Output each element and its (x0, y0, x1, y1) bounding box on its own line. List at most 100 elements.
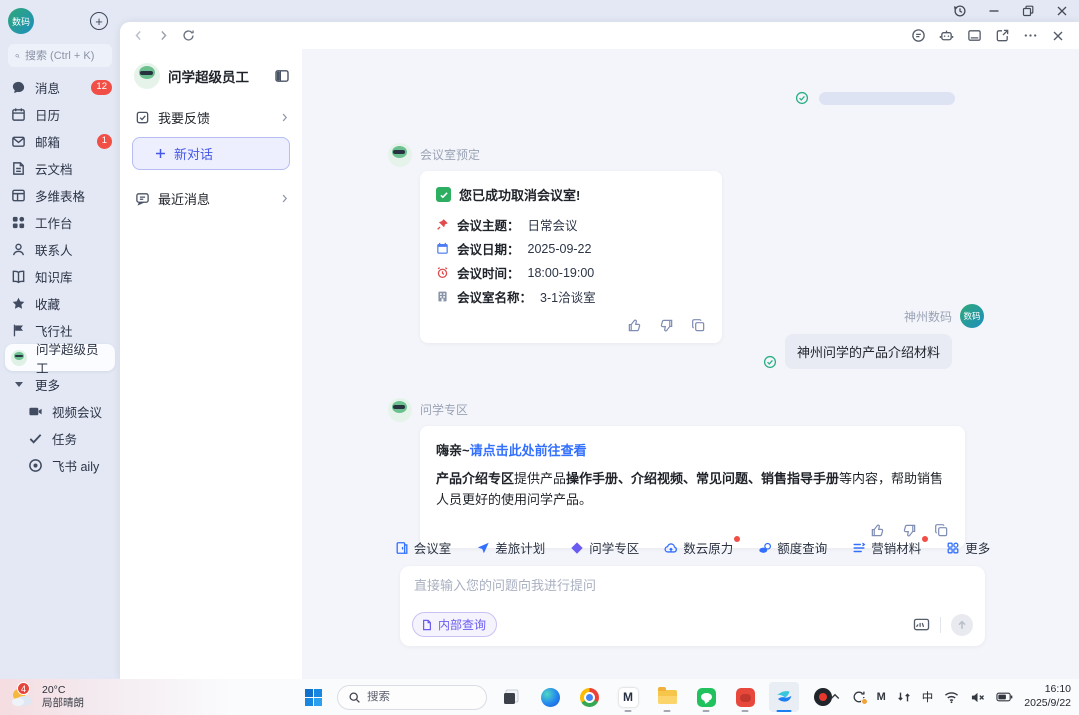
weather-widget[interactable]: 4 20°C 局部晴朗 (0, 684, 84, 710)
sidebar-item-workbench[interactable]: 工作台 (0, 209, 120, 236)
battery-icon[interactable] (996, 691, 1013, 703)
calendar-icon (11, 107, 26, 122)
sidebar-item-docs[interactable]: 云文档 (0, 155, 120, 182)
new-chat-button[interactable]: 新对话 (132, 137, 290, 170)
sidebar-item-video-meeting[interactable]: 视频会议 (0, 398, 120, 425)
meeting-date-row: 会议日期：2025-09-22 (436, 239, 706, 258)
chat-input-box[interactable]: 内部查询 (400, 566, 985, 646)
copy-icon[interactable] (691, 318, 706, 333)
taskbar-search[interactable] (337, 685, 487, 710)
sidebar-item-tasks[interactable]: 任务 (0, 425, 120, 452)
sidebar-search[interactable] (8, 44, 112, 67)
weather-temp: 20°C (42, 684, 84, 697)
sidebar-item-mail[interactable]: 邮箱 1 (0, 128, 120, 155)
tab-wenxue-zone[interactable]: 问学专区 (570, 538, 639, 557)
tray-expand-icon[interactable] (829, 691, 841, 703)
tab-shuyun-power[interactable]: 数云原力 (664, 538, 733, 557)
tab-marketing-materials[interactable]: 营销材料 (852, 538, 921, 557)
wechat-app-icon[interactable] (691, 682, 721, 712)
chrome-app-icon[interactable] (574, 682, 604, 712)
plus-icon (154, 147, 167, 160)
taskbar-search-input[interactable] (367, 691, 467, 703)
book-icon (11, 269, 26, 284)
internal-query-pill[interactable]: 内部查询 (412, 612, 497, 637)
thumbs-up-icon[interactable] (870, 523, 885, 538)
m-tray-icon[interactable]: M (877, 691, 886, 703)
window-mode-icon[interactable] (967, 28, 982, 43)
close-button[interactable] (1045, 0, 1079, 22)
sidebar-item-calendar[interactable]: 日历 (0, 101, 120, 128)
sidebar-item-messages[interactable]: 消息 12 (0, 74, 120, 101)
sidebar-item-wiki[interactable]: 知识库 (0, 263, 120, 290)
redcat-app-icon[interactable] (730, 682, 760, 712)
tab-meeting-room[interactable]: 会议室 (395, 538, 452, 557)
sidebar-item-base[interactable]: 多维表格 (0, 182, 120, 209)
tab-more[interactable]: 更多 (946, 538, 990, 557)
feishu-app-icon[interactable] (769, 682, 799, 712)
copy-icon[interactable] (934, 523, 949, 538)
refresh-icon[interactable] (182, 29, 195, 42)
calendar-icon (436, 242, 449, 255)
sidebar-item-contacts[interactable]: 联系人 (0, 236, 120, 263)
recent-chat-icon (135, 191, 150, 206)
meeting-room-row: 会议室名称：3-1洽谈室 (436, 287, 706, 306)
feedback-menu-item[interactable]: 我要反馈 (120, 99, 302, 135)
task-view-button[interactable] (496, 682, 526, 712)
add-icon[interactable]: + (90, 12, 108, 30)
thumbs-down-icon[interactable] (902, 523, 917, 538)
success-check-icon (436, 187, 451, 202)
volume-muted-icon[interactable] (970, 691, 985, 704)
messages-badge: 12 (91, 80, 112, 94)
popout-icon[interactable] (995, 28, 1010, 43)
file-explorer-icon[interactable] (652, 682, 682, 712)
ime-indicator[interactable]: 中 (922, 689, 934, 705)
plane-icon (476, 541, 490, 555)
sidebar-item-more[interactable]: 更多 (0, 371, 120, 398)
recent-messages-item[interactable]: 最近消息 (120, 180, 302, 216)
thumbs-up-icon[interactable] (627, 318, 642, 333)
user-avatar[interactable]: 数码 (960, 304, 984, 328)
sidebar-item-favorites[interactable]: 收藏 (0, 290, 120, 317)
tray-date: 2025/9/22 (1024, 697, 1071, 711)
chat-input[interactable] (414, 578, 971, 593)
quick-action-tabs: 会议室 差旅计划 问学专区 数云原力 额度查询 (400, 538, 985, 557)
shortcut-keyboard-icon[interactable] (913, 617, 930, 632)
more-menu-icon[interactable] (1023, 28, 1038, 43)
start-button[interactable] (298, 682, 328, 712)
tab-quota-query[interactable]: 额度查询 (758, 538, 827, 557)
meeting-time-row: 会议时间：18:00-19:00 (436, 263, 706, 282)
assistant-bubble-icon[interactable] (911, 28, 926, 43)
tab-travel-plan[interactable]: 差旅计划 (476, 538, 545, 557)
chevron-right-icon (279, 112, 290, 123)
zone-link[interactable]: 请点击此处前往查看 (470, 443, 587, 458)
weather-alert-badge: 4 (17, 682, 30, 695)
sync-tray-icon[interactable] (852, 690, 866, 704)
sidebar-item-wenxue-bot[interactable]: 问学超级员工 (5, 344, 115, 371)
bot-icon[interactable] (939, 28, 954, 43)
user-message: 神州数码 数码 神州问学的产品介绍材料 (763, 304, 984, 369)
collapse-panel-icon[interactable] (274, 68, 290, 84)
edge-app-icon[interactable] (535, 682, 565, 712)
user-avatar[interactable]: 数码 (8, 8, 34, 34)
search-icon (348, 691, 361, 704)
thumbs-down-icon[interactable] (659, 318, 674, 333)
network-activity-icon[interactable] (897, 690, 911, 704)
forward-icon[interactable] (157, 29, 170, 42)
bot-avatar (388, 143, 412, 167)
clock-widget[interactable]: 16:10 2025/9/22 (1024, 683, 1071, 710)
zone-diamond-icon (570, 541, 584, 555)
send-button[interactable] (951, 614, 973, 636)
bot-message-meeting: 会议室预定 您已成功取消会议室! 会议主题：日常会议 (388, 143, 722, 343)
alarm-icon (436, 266, 449, 279)
read-receipt-icon (763, 355, 777, 369)
history-icon[interactable] (943, 0, 977, 22)
restore-button[interactable] (1011, 0, 1045, 22)
bot-panel: 问学超级员工 我要反馈 新对话 最近消息 (120, 49, 302, 679)
back-icon[interactable] (132, 29, 145, 42)
sidebar-item-aily[interactable]: 飞书 aily (0, 452, 120, 479)
sidebar-search-input[interactable] (25, 50, 105, 62)
minimize-button[interactable] (977, 0, 1011, 22)
close-panel-icon[interactable] (1051, 29, 1065, 43)
m-app-icon[interactable]: M (613, 682, 643, 712)
wifi-icon[interactable] (944, 691, 959, 704)
